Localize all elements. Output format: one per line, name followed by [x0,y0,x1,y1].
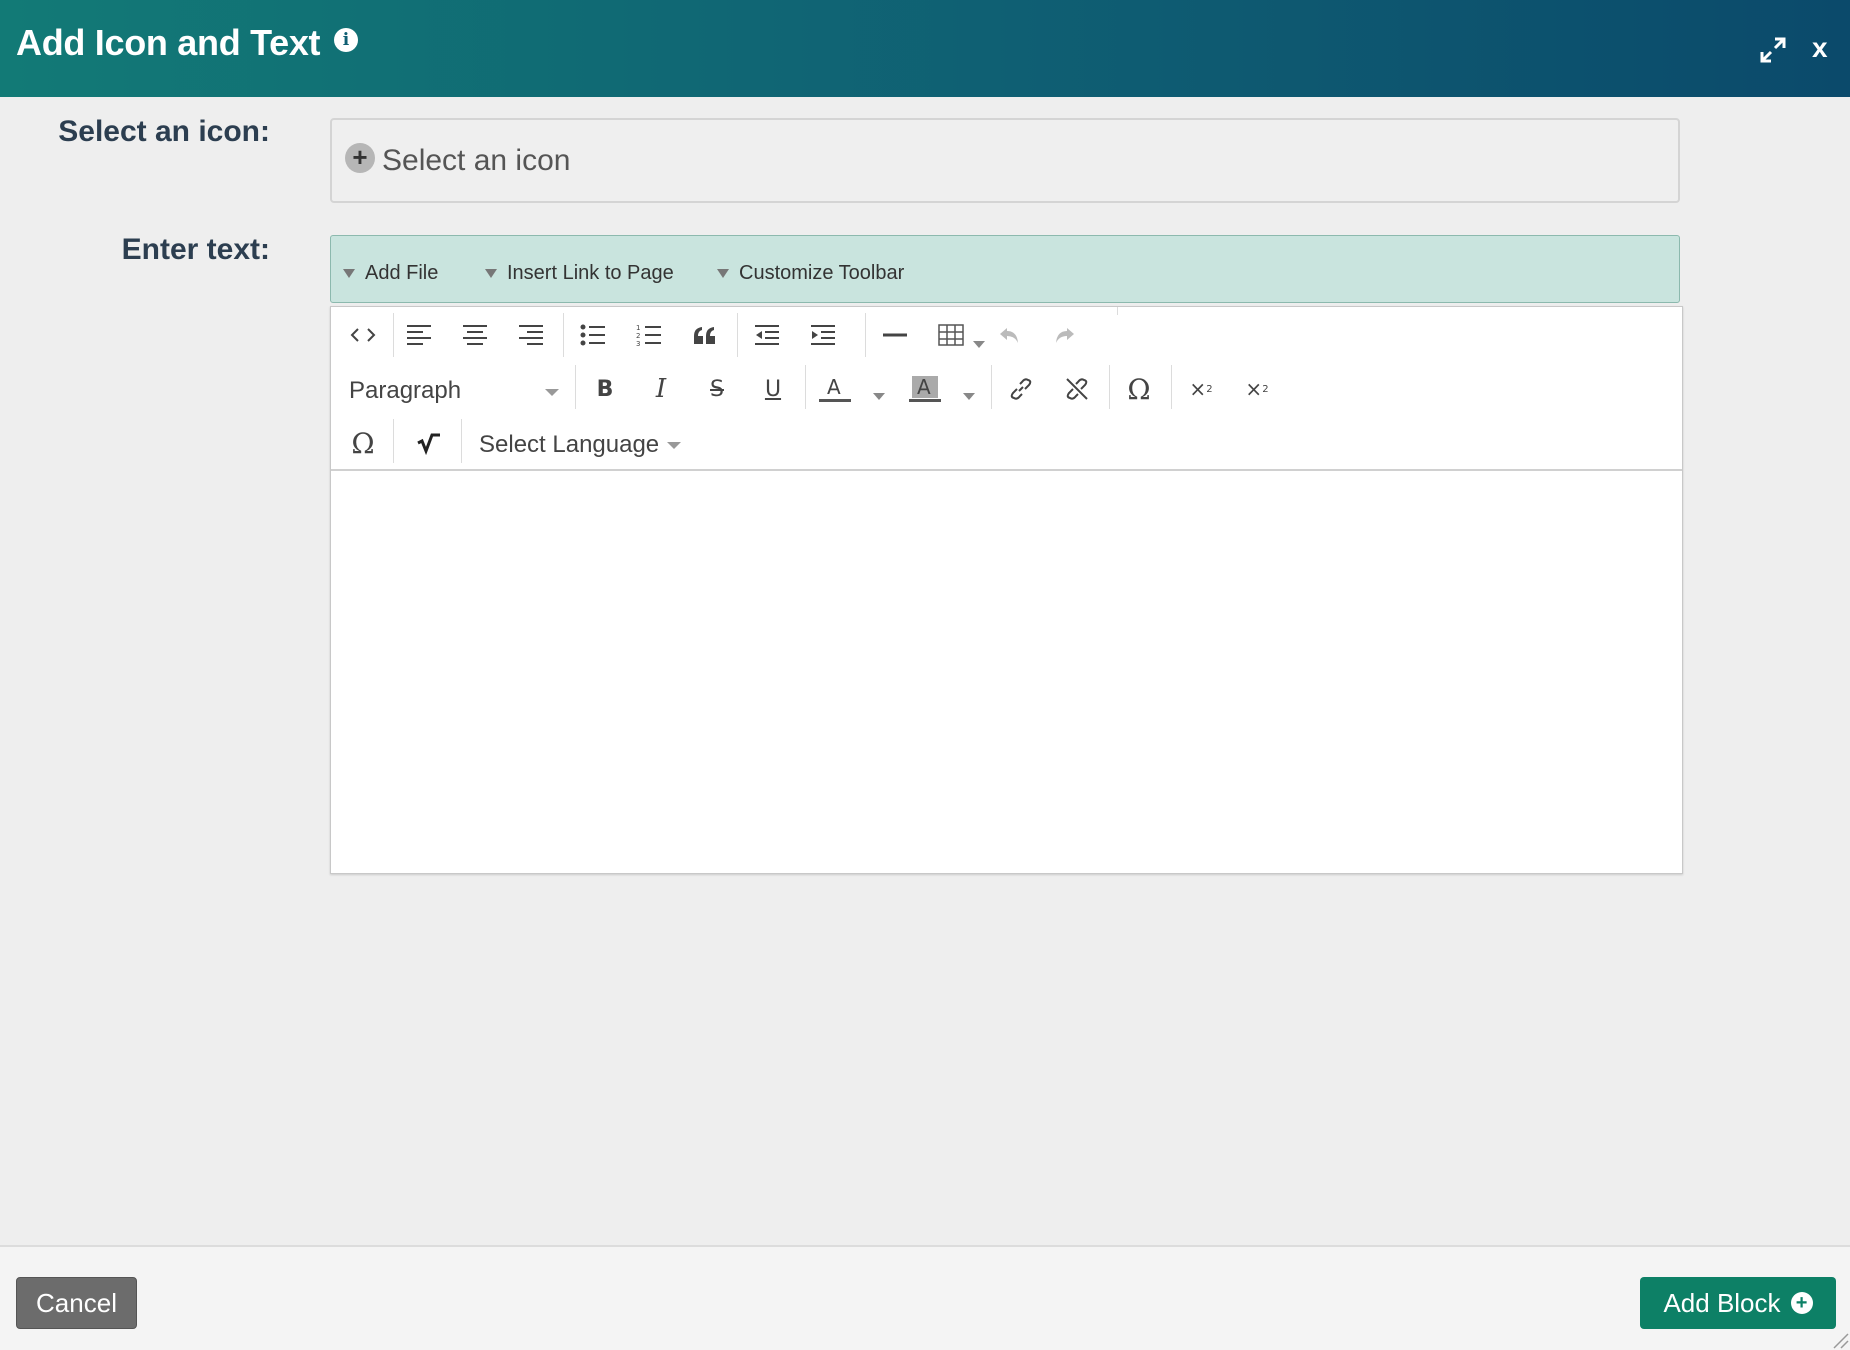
toolbar-separator [461,419,462,463]
close-button[interactable]: x [1812,32,1828,64]
insert-link-label: Insert Link to Page [507,262,674,284]
resize-handle-icon[interactable] [1826,1326,1850,1350]
text-color-dropdown-icon[interactable] [873,393,885,400]
source-code-icon[interactable] [343,315,383,355]
plus-circle-icon: + [1790,1292,1813,1314]
enter-text-label: Enter text: [121,233,270,266]
unlink-icon[interactable] [1057,369,1097,409]
blockquote-icon[interactable] [685,315,725,355]
plus-icon: + [345,143,375,173]
link-icon[interactable] [1001,369,1041,409]
text-color-icon[interactable]: A [815,369,855,409]
add-file-label: Add File [365,262,439,284]
paragraph-format-select[interactable]: Paragraph [349,377,559,405]
caret-down-icon [343,269,355,279]
dialog-header: Add Icon and Text i x [0,0,1850,97]
toolbar-separator [1171,365,1172,409]
icon-selector[interactable]: + Select an icon [330,118,1680,203]
dialog-footer: Cancel Add Block + [0,1245,1850,1350]
dialog-title: Add Icon and Text [16,22,321,63]
special-character-icon[interactable]: Ω [1119,369,1159,409]
redo-icon[interactable] [1045,315,1085,355]
customize-toolbar-menu[interactable]: Customize Toolbar [717,262,904,285]
chevron-down-icon [545,389,559,396]
italic-icon[interactable]: I [641,369,681,409]
rich-text-editor: 123 Paragraph B I S U A A Ω × 2 × 2 Ω Se… [330,306,1683,874]
editor-toolbar: 123 Paragraph B I S U A A Ω × 2 × 2 Ω Se… [331,307,1682,471]
underline-icon[interactable]: U [753,369,793,409]
indent-icon[interactable] [803,315,843,355]
toolbar-separator [805,365,806,409]
toolbar-separator [393,419,394,463]
svg-text:2: 2 [636,332,640,340]
toolbar-separator [575,365,576,409]
strikethrough-icon[interactable]: S [697,369,737,409]
toolbar-separator [737,313,738,357]
align-right-icon[interactable] [511,315,551,355]
svg-text:3: 3 [636,340,640,347]
caret-down-icon [717,269,729,279]
add-block-button[interactable]: Add Block + [1640,1277,1836,1329]
svg-text:A: A [917,375,931,399]
align-center-icon[interactable] [455,315,495,355]
bulleted-list-icon[interactable] [573,315,613,355]
toolbar-separator [1109,365,1110,409]
toolbar-separator [991,365,992,409]
customize-toolbar-label: Customize Toolbar [739,262,905,284]
insert-link-menu[interactable]: Insert Link to Page [485,262,674,285]
toolbar-separator [1117,307,1118,315]
paragraph-format-label: Paragraph [349,377,462,404]
table-dropdown-icon[interactable] [973,341,985,348]
svg-text:1: 1 [636,324,640,332]
subscript-icon[interactable]: × 2 [1237,369,1277,409]
horizontal-rule-icon[interactable] [875,315,915,355]
align-left-icon[interactable] [399,315,439,355]
special-character-icon[interactable]: Ω [343,423,383,463]
cancel-label: Cancel [36,1287,117,1318]
outdent-icon[interactable] [747,315,787,355]
add-file-menu[interactable]: Add File [343,262,438,285]
svg-text:A: A [827,375,841,399]
math-icon[interactable] [409,423,449,463]
select-icon-label: Select an icon: [58,115,270,148]
add-block-label: Add Block [1663,1287,1781,1318]
background-color-icon[interactable]: A [905,369,945,409]
language-select[interactable]: Select Language [479,431,682,459]
info-icon[interactable]: i [334,28,358,52]
table-icon[interactable] [931,315,971,355]
toolbar-separator [393,313,394,357]
numbered-list-icon[interactable]: 123 [629,315,669,355]
editor-plugin-bar: Add File Insert Link to Page Customize T… [330,235,1680,303]
superscript-icon[interactable]: × 2 [1181,369,1221,409]
background-color-dropdown-icon[interactable] [963,393,975,400]
chevron-down-icon [667,442,682,450]
bold-icon[interactable]: B [585,369,625,409]
toolbar-separator [563,313,564,357]
undo-icon[interactable] [989,315,1029,355]
icon-selector-placeholder: Select an icon [382,144,571,177]
toolbar-separator [865,313,866,357]
caret-down-icon [485,269,497,279]
language-select-label: Select Language [479,431,660,458]
editor-content-area[interactable] [331,473,1682,873]
cancel-button[interactable]: Cancel [16,1277,137,1329]
expand-icon[interactable] [1758,35,1788,65]
